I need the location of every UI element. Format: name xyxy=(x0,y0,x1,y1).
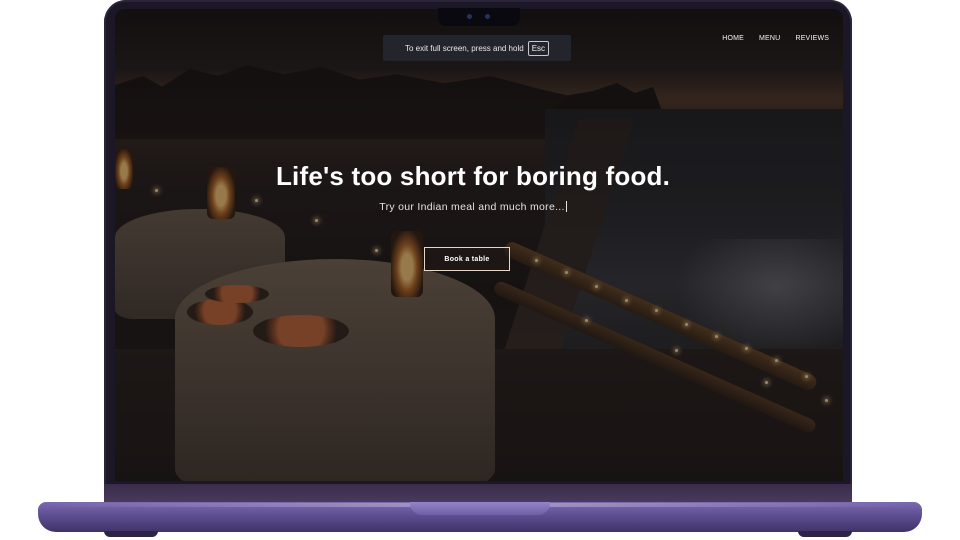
laptop-screen: To exit full screen, press and hold Esc … xyxy=(115,9,843,481)
nav-link-home[interactable]: HOME xyxy=(722,35,744,42)
esc-key-hint: Esc xyxy=(527,40,550,56)
laptop-hinge xyxy=(104,484,852,504)
restaurant-hero-background xyxy=(115,9,843,481)
book-table-button[interactable]: Book a table xyxy=(424,247,510,271)
laptop-opening-notch xyxy=(410,502,550,515)
camera-icon xyxy=(467,14,472,19)
hero-subtitle-text: Try our Indian meal and much more... xyxy=(379,201,565,213)
dark-overlay xyxy=(115,9,843,481)
fullscreen-notice-text: To exit full screen, press and hold xyxy=(404,43,524,53)
laptop-mockup: To exit full screen, press and hold Esc … xyxy=(0,0,960,540)
fullscreen-exit-notice: To exit full screen, press and hold Esc xyxy=(383,35,571,61)
hero-subtitle: Try our Indian meal and much more... xyxy=(115,201,831,213)
nav-link-menu[interactable]: MENU xyxy=(759,35,780,42)
laptop-foot-left xyxy=(104,531,158,537)
sensor-icon xyxy=(485,14,490,19)
laptop-foot-right xyxy=(798,531,852,537)
top-navigation: HOME MENU REVIEWS A xyxy=(722,35,843,42)
nav-link-reviews[interactable]: REVIEWS xyxy=(795,35,829,42)
hero-title: Life's too short for boring food. xyxy=(275,161,671,191)
camera-notch xyxy=(438,8,520,26)
typing-caret xyxy=(565,201,567,212)
